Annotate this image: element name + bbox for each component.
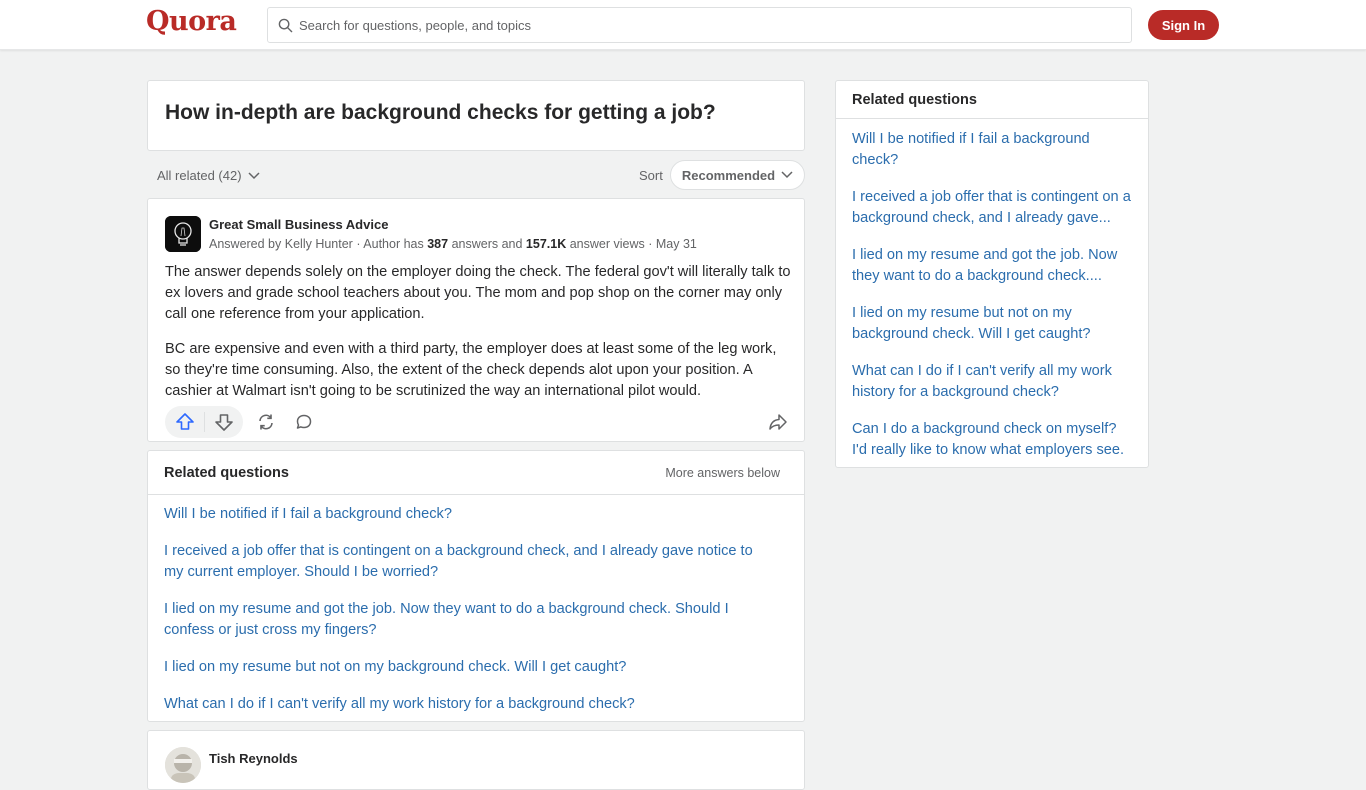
all-related-dropdown[interactable]: All related (42): [157, 168, 260, 183]
answer-meta: Answered by Kelly Hunter · Author has 38…: [209, 237, 697, 251]
related-question-link[interactable]: Will I be notified if I fail a backgroun…: [164, 504, 788, 525]
upvote-icon: [175, 413, 194, 430]
related-title: Related questions: [164, 465, 289, 481]
question-title: How in-depth are background checks for g…: [165, 101, 716, 124]
answer-paragraph: The answer depends solely on the employe…: [165, 264, 791, 322]
answer-body: The answer depends solely on the employe…: [165, 262, 793, 416]
sidebar-question-link[interactable]: Will I be notified if I fail a backgroun…: [852, 129, 1132, 171]
sidebar-related-questions: Related questions Will I be notified if …: [835, 80, 1149, 468]
reshare-icon: [259, 414, 273, 430]
downvote-button[interactable]: [205, 412, 243, 432]
search-input[interactable]: [299, 17, 1099, 33]
answer-card: Tish Reynolds: [147, 730, 805, 790]
upvote-button[interactable]: [165, 412, 204, 432]
answered-by-prefix: Answered by: [209, 237, 282, 251]
related-question-link[interactable]: I lied on my resume but not on my backgr…: [164, 657, 788, 678]
author-avatar[interactable]: [165, 747, 201, 783]
vote-pill: [165, 406, 243, 438]
author-name[interactable]: Great Small Business Advice: [209, 217, 388, 232]
search-bar[interactable]: [267, 7, 1132, 43]
question-card: How in-depth are background checks for g…: [147, 80, 805, 151]
sidebar-question-link[interactable]: I received a job offer that is contingen…: [852, 187, 1132, 229]
sort-label: Sort: [639, 168, 663, 183]
related-list: Will I be notified if I fail a backgroun…: [148, 495, 804, 715]
filter-bar: All related (42) Sort Recommended: [147, 160, 805, 190]
answer-paragraph: BC are expensive and even with a third p…: [165, 341, 777, 399]
answer-date[interactable]: · May 31: [648, 237, 697, 251]
sidebar-title: Related questions: [852, 92, 977, 108]
related-header: Related questions More answers below: [148, 451, 804, 495]
quora-logo[interactable]: Quora: [146, 6, 237, 37]
top-bar: Quora Sign In: [0, 0, 1366, 50]
related-questions-inline: Related questions More answers below Wil…: [147, 450, 805, 722]
answer-actions: [165, 406, 793, 438]
answer-card: Great Small Business Advice Answered by …: [147, 198, 805, 442]
chevron-down-icon: [248, 171, 260, 179]
sidebar-question-link[interactable]: I lied on my resume but not on my backgr…: [852, 303, 1132, 345]
all-related-label: All related (42): [157, 168, 242, 183]
chevron-down-icon: [781, 171, 793, 179]
author-has-prefix: · Author has: [356, 237, 424, 251]
answer-views-count: 157.1K: [525, 237, 567, 251]
more-answers-below: More answers below: [665, 466, 780, 480]
answers-and: answers and: [451, 237, 523, 251]
comment-button[interactable]: [294, 412, 314, 432]
sort-dropdown[interactable]: Recommended: [670, 160, 805, 190]
sidebar-question-link[interactable]: I lied on my resume and got the job. Now…: [852, 245, 1132, 287]
answered-by-name[interactable]: Kelly Hunter: [285, 237, 353, 251]
sidebar-question-link[interactable]: What can I do if I can't verify all my w…: [852, 361, 1132, 403]
related-question-link[interactable]: I received a job offer that is contingen…: [164, 541, 788, 583]
related-question-link[interactable]: What can I do if I can't verify all my w…: [164, 694, 788, 715]
author-name[interactable]: Tish Reynolds: [209, 751, 298, 766]
reshare-button[interactable]: [256, 412, 276, 432]
comment-icon: [296, 414, 312, 429]
author-avatar[interactable]: [165, 216, 201, 252]
related-question-link[interactable]: I lied on my resume and got the job. Now…: [164, 599, 788, 641]
answer-views-suffix: answer views: [569, 237, 645, 251]
search-icon: [278, 18, 293, 32]
lightbulb-icon: [165, 216, 201, 252]
share-button[interactable]: [768, 412, 788, 432]
downvote-icon: [215, 414, 233, 431]
sidebar-question-link[interactable]: Can I do a background check on myself? I…: [852, 419, 1132, 461]
sidebar-list: Will I be notified if I fail a backgroun…: [836, 119, 1148, 461]
sign-in-button[interactable]: Sign In: [1148, 10, 1219, 40]
person-avatar-icon: [165, 747, 201, 783]
share-icon: [769, 414, 787, 430]
sort-value: Recommended: [681, 167, 776, 183]
sidebar-header: Related questions: [836, 81, 1148, 119]
answers-count: 387: [427, 237, 449, 251]
